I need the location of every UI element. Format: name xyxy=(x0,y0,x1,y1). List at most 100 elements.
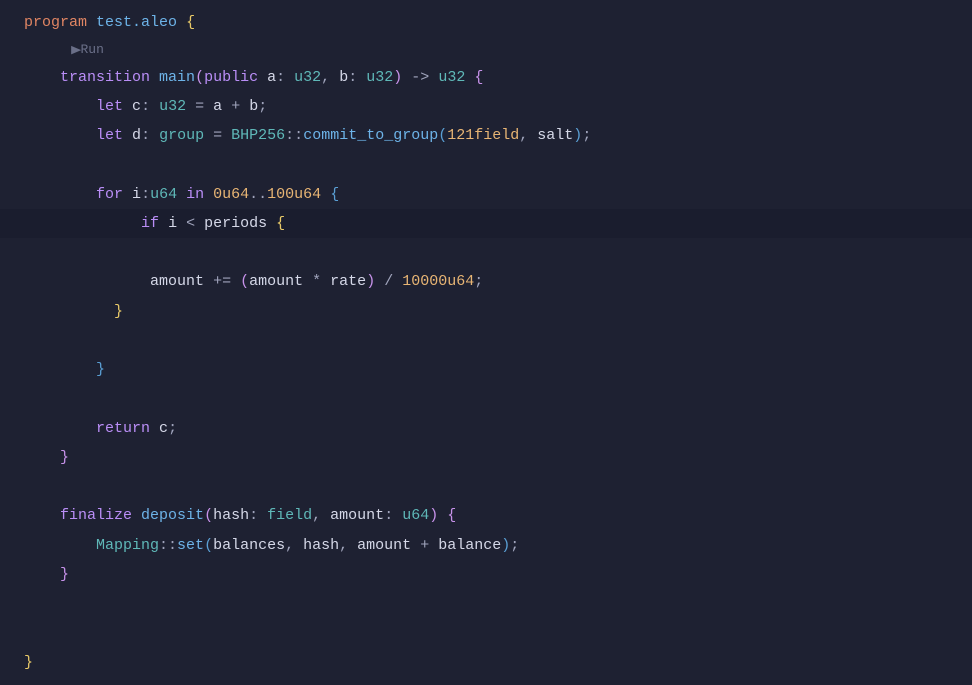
brace-open: { xyxy=(474,69,483,86)
code-line-empty[interactable] xyxy=(0,618,972,647)
fn-commit: commit_to_group xyxy=(303,127,438,144)
literal-field: 121field xyxy=(447,127,519,144)
code-line-empty[interactable] xyxy=(0,238,972,267)
colon: : xyxy=(348,69,357,86)
keyword-public: public xyxy=(204,69,258,86)
keyword-let: let xyxy=(96,98,123,115)
type-u32: u32 xyxy=(438,69,465,86)
var-amount: amount xyxy=(357,537,411,554)
paren-open: ( xyxy=(240,273,249,290)
var-balance: balance xyxy=(438,537,501,554)
var-salt: salt xyxy=(537,127,573,144)
literal-0u64: 0u64 xyxy=(213,186,249,203)
code-line-empty[interactable] xyxy=(0,150,972,179)
colon: : xyxy=(141,186,150,203)
code-line[interactable]: amount += (amount * rate) / 10000u64; xyxy=(0,267,972,296)
plus: + xyxy=(231,98,240,115)
code-line-empty[interactable] xyxy=(0,589,972,618)
code-line-empty[interactable] xyxy=(0,384,972,413)
code-line[interactable]: let c: u32 = a + b; xyxy=(0,92,972,121)
less-than: < xyxy=(186,215,195,232)
type-field: field xyxy=(267,507,312,524)
colon: : xyxy=(141,98,150,115)
paren-open: ( xyxy=(204,507,213,524)
param-hash: hash xyxy=(213,507,249,524)
colon: : xyxy=(141,127,150,144)
keyword-finalize: finalize xyxy=(60,507,132,524)
equals: = xyxy=(213,127,222,144)
type-u32: u32 xyxy=(159,98,186,115)
paren-open: ( xyxy=(438,127,447,144)
brace-close: } xyxy=(60,449,69,466)
brace-close: } xyxy=(114,303,123,320)
var-c: c xyxy=(132,98,141,115)
comma: , xyxy=(519,127,528,144)
code-line-empty[interactable] xyxy=(0,326,972,355)
brace-close: } xyxy=(96,361,105,378)
type-u64: u64 xyxy=(402,507,429,524)
brace-open: { xyxy=(330,186,339,203)
type-group: group xyxy=(159,127,204,144)
brace-close: } xyxy=(24,654,33,671)
semicolon: ; xyxy=(510,537,519,554)
code-line[interactable]: program test.aleo { xyxy=(0,8,972,37)
class-bhp256: BHP256 xyxy=(231,127,285,144)
paren-close: ) xyxy=(573,127,582,144)
codelens-run-label: Run xyxy=(80,42,103,57)
var-amount: amount xyxy=(249,273,303,290)
fn-main: main xyxy=(159,69,195,86)
comma: , xyxy=(321,69,330,86)
comma: , xyxy=(312,507,321,524)
paren-close: ) xyxy=(429,507,438,524)
var-i: i xyxy=(168,215,177,232)
semicolon: ; xyxy=(474,273,483,290)
type-u64: u64 xyxy=(150,186,177,203)
var-hash: hash xyxy=(303,537,339,554)
var-i: i xyxy=(132,186,141,203)
code-line[interactable]: } xyxy=(0,443,972,472)
fn-set: set xyxy=(177,537,204,554)
code-line[interactable]: } xyxy=(0,560,972,589)
code-line[interactable]: transition main(public a: u32, b: u32) -… xyxy=(0,63,972,92)
var-d: d xyxy=(132,127,141,144)
code-line[interactable]: let d: group = BHP256::commit_to_group(1… xyxy=(0,121,972,150)
semicolon: ; xyxy=(582,127,591,144)
brace-open: { xyxy=(186,14,195,31)
divide: / xyxy=(384,273,393,290)
code-line-empty[interactable] xyxy=(0,472,972,501)
codelens-run[interactable]: ▶Run xyxy=(0,37,972,62)
code-line[interactable]: } xyxy=(0,648,972,677)
code-line[interactable]: } xyxy=(0,355,972,384)
range: .. xyxy=(249,186,267,203)
fn-deposit: deposit xyxy=(141,507,204,524)
brace-close: } xyxy=(60,566,69,583)
brace-open: { xyxy=(276,215,285,232)
type-u32: u32 xyxy=(294,69,321,86)
keyword-for: for xyxy=(96,186,123,203)
code-line[interactable]: for i:u64 in 0u64..100u64 { xyxy=(0,180,972,209)
param-b: b xyxy=(339,69,348,86)
var-b: b xyxy=(249,98,258,115)
code-line[interactable]: Mapping::set(balances, hash, amount + ba… xyxy=(0,531,972,560)
class-mapping: Mapping xyxy=(96,537,159,554)
keyword-transition: transition xyxy=(60,69,150,86)
semicolon: ; xyxy=(258,98,267,115)
code-editor[interactable]: program test.aleo { ▶Run transition main… xyxy=(0,0,972,685)
code-line[interactable]: } xyxy=(0,297,972,326)
code-line[interactable]: return c; xyxy=(0,414,972,443)
var-a: a xyxy=(213,98,222,115)
var-rate: rate xyxy=(330,273,366,290)
var-c: c xyxy=(159,420,168,437)
comma: , xyxy=(339,537,348,554)
code-line-highlighted[interactable]: if i < periods { xyxy=(0,209,972,238)
paren-open: ( xyxy=(204,537,213,554)
equals: = xyxy=(195,98,204,115)
paren-close: ) xyxy=(366,273,375,290)
code-line[interactable]: finalize deposit(hash: field, amount: u6… xyxy=(0,501,972,530)
keyword-program: program xyxy=(24,14,87,31)
type-u32: u32 xyxy=(366,69,393,86)
keyword-in: in xyxy=(186,186,204,203)
play-icon: ▶ xyxy=(71,41,81,62)
plus-equals: += xyxy=(213,273,231,290)
comma: , xyxy=(285,537,294,554)
